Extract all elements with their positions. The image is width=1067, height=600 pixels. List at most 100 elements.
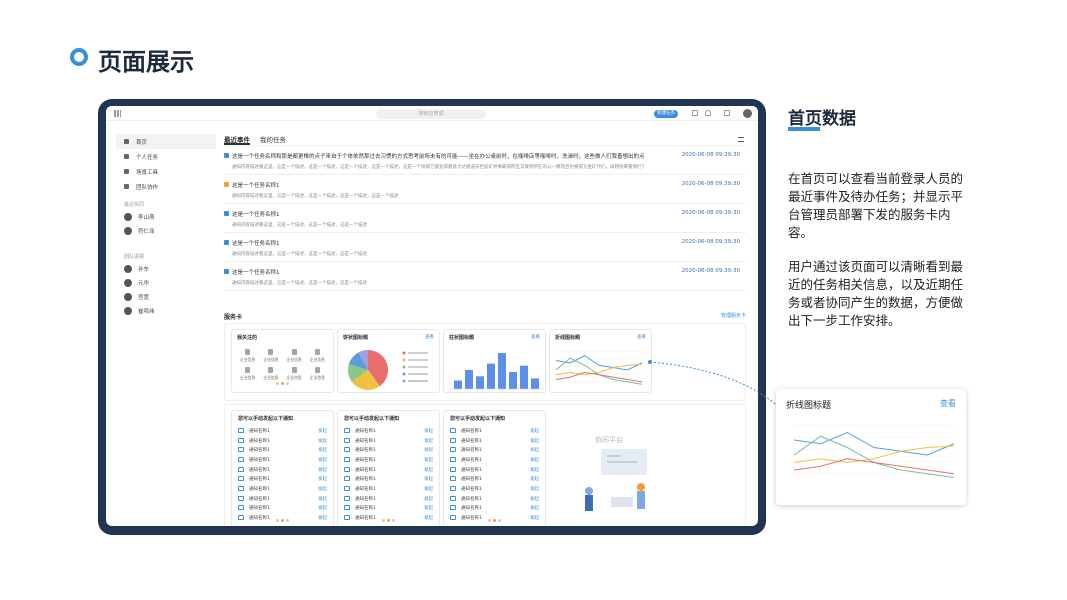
event-title: 这是一个任务名称和那是都更棒的点子来自于个体依然那过去习惯的方式思考前所未有的可…	[232, 154, 644, 160]
pager-dots[interactable]	[444, 507, 545, 526]
event-tabs: 最近事件 我的任务	[224, 134, 746, 146]
line-chart-zoom-card: 折线图标题 查看	[776, 389, 966, 505]
event-row[interactable]: 这是一个任务名称1 通知内容描述看这里，这是一个描述，这是一个描述，这是一个描述 2…	[224, 233, 746, 262]
launch-button[interactable]: 发起	[530, 438, 539, 444]
launch-button[interactable]: 发起	[530, 447, 539, 453]
notify-name: 通知名称1	[238, 486, 270, 492]
line-card[interactable]: 折线图标题 查看	[549, 329, 652, 393]
view-link[interactable]: 查看	[637, 334, 646, 340]
search-input[interactable]: 搜索应用或	[376, 109, 486, 119]
launch-button[interactable]: 发起	[530, 476, 539, 482]
pie-card[interactable]: 饼状图标题 查看	[337, 329, 440, 393]
series-line	[555, 357, 643, 385]
notify-row: 通知名称1 发起	[232, 474, 333, 484]
doc-item[interactable]: 企业信息	[259, 349, 282, 363]
doc-label: 企业信息	[263, 357, 279, 362]
bar-card[interactable]: 柱状图标题 查看	[443, 329, 546, 393]
notify-row: 通知名称1 发起	[444, 494, 545, 504]
notify-row: 通知名称1 发起	[338, 474, 439, 484]
view-link[interactable]: 查看	[425, 334, 434, 340]
doc-label: 企业信息	[309, 357, 325, 362]
tab-recent-events[interactable]: 最近事件	[224, 134, 250, 145]
notify-row: 通知名称1 发起	[338, 484, 439, 494]
event-time: 2020-06-08 09:39:30	[681, 210, 740, 216]
team-user[interactable]: 宫宽	[116, 290, 216, 304]
doc-item[interactable]: 企业信息	[236, 349, 259, 363]
user-name: 崔鸣伟	[138, 309, 155, 315]
sidebar-item-team[interactable]: 团队协作	[116, 179, 216, 194]
event-row[interactable]: 这是一个任务名称1 通知内容描述看这里，这是一个描述，这是一个描述，这是一个描述 2…	[224, 204, 746, 233]
recent-user[interactable]: 李山燕	[116, 210, 216, 224]
launch-button[interactable]: 发起	[318, 467, 327, 473]
apps-grid-icon[interactable]	[114, 110, 121, 117]
collab-platform-illustration: 协同平台	[571, 435, 671, 515]
launch-button[interactable]: 发起	[530, 486, 539, 492]
notify-card-title: 您可以手动发起以下通知	[238, 416, 294, 422]
launch-button[interactable]: 发起	[424, 476, 433, 482]
service-cards: 我关注的 企业信息 企业信息 企业信息 企业信息 企业信息 企业信息 企业信息 企业信息 饼状…	[224, 323, 746, 401]
bar	[454, 380, 462, 389]
series-line	[555, 355, 643, 371]
notify-name: 通知名称1	[238, 476, 270, 482]
launch-button[interactable]: 发起	[318, 447, 327, 453]
avatar	[124, 279, 132, 287]
launch-button[interactable]: 发起	[318, 476, 327, 482]
launch-button[interactable]: 发起	[318, 428, 327, 434]
team-user[interactable]: 孙东	[116, 262, 216, 276]
launch-button[interactable]: 发起	[530, 496, 539, 502]
recent-user[interactable]: 符仁泽	[116, 224, 216, 238]
pager-dots[interactable]	[232, 507, 333, 526]
pager-dots[interactable]	[232, 370, 333, 389]
view-link[interactable]: 查看	[531, 334, 540, 340]
launch-button[interactable]: 发起	[530, 467, 539, 473]
notify-row: 通知名称1 发起	[232, 445, 333, 455]
event-row[interactable]: 这是一个任务名称1 通知内容描述看这里，这是一个描述，这是一个描述，这是一个描述，…	[224, 175, 746, 204]
launch-button[interactable]: 发起	[424, 428, 433, 434]
notify-name: 通知名称1	[238, 496, 270, 502]
notify-card: 您可以手动发起以下通知 通知名称1 发起 通知名称1 发起 通知名称1 发起 通知名称1 发起通…	[443, 410, 546, 526]
pager-dots[interactable]	[338, 507, 439, 526]
launch-button[interactable]: 发起	[530, 457, 539, 463]
doc-item[interactable]: 企业信息	[283, 349, 306, 363]
bar	[509, 372, 517, 389]
folder-icon[interactable]	[724, 110, 730, 116]
launch-button[interactable]: 发起	[424, 447, 433, 453]
tab-my-tasks[interactable]: 我的任务	[260, 134, 286, 145]
launch-button[interactable]: 发起	[424, 438, 433, 444]
sidebar-item-home[interactable]: 首页	[116, 134, 216, 149]
launch-button[interactable]: 发起	[318, 486, 327, 492]
sidebar: 首页 个人任务 场景工具 团队协作 最近协同 李山燕 符仁泽 团队进展 孙东 元…	[116, 134, 216, 318]
user-avatar[interactable]	[743, 109, 752, 118]
launch-button[interactable]: 发起	[318, 438, 327, 444]
notify-name: 通知名称1	[344, 496, 376, 502]
legend-bar	[408, 352, 428, 354]
notify-name: 通知名称1	[450, 467, 482, 473]
team-user[interactable]: 元华	[116, 276, 216, 290]
launch-button[interactable]: 发起	[318, 496, 327, 502]
sidebar-item-personal[interactable]: 个人任务	[116, 149, 216, 164]
event-desc: 通知内容描述看这里，这是一个描述，这是一个描述，这是一个描述	[232, 252, 367, 257]
bell-icon[interactable]	[705, 110, 711, 116]
event-row[interactable]: 这是一个任务名称1 通知内容描述看这里，这是一个描述，这是一个描述，这是一个描述 2…	[224, 262, 746, 291]
doc-item[interactable]: 企业信息	[306, 349, 329, 363]
launch-button[interactable]: 发起	[530, 428, 539, 434]
event-row[interactable]: 这是一个任务名称和那是都更棒的点子来自于个体依然那过去习惯的方式思考前所未有的可…	[224, 146, 746, 175]
launch-button[interactable]: 发起	[424, 467, 433, 473]
message-icon[interactable]	[692, 110, 698, 116]
launch-button[interactable]: 发起	[424, 457, 433, 463]
launch-button[interactable]: 发起	[424, 496, 433, 502]
team-progress-heading: 团队进展	[124, 254, 145, 260]
notify-row: 通知名称1 发起	[444, 436, 545, 446]
notify-row: 通知名称1 发起	[444, 455, 545, 465]
list-view-icon[interactable]	[738, 137, 744, 142]
new-task-button[interactable]: 新建任务	[654, 110, 678, 118]
launch-button[interactable]: 发起	[318, 457, 327, 463]
notify-card: 您可以手动发起以下通知 通知名称1 发起 通知名称1 发起 通知名称1 发起 通知名称1 发起通…	[231, 410, 334, 526]
sidebar-item-tools[interactable]: 场景工具	[116, 164, 216, 179]
follow-card[interactable]: 我关注的 企业信息 企业信息 企业信息 企业信息 企业信息 企业信息 企业信息 企业信息	[231, 329, 334, 393]
zoom-view-link[interactable]: 查看	[940, 398, 956, 409]
launch-button[interactable]: 发起	[424, 486, 433, 492]
manage-service-link[interactable]: 管理服务卡	[721, 312, 746, 319]
team-user[interactable]: 崔鸣伟	[116, 304, 216, 318]
notify-card-title: 您可以手动发起以下通知	[344, 416, 400, 422]
